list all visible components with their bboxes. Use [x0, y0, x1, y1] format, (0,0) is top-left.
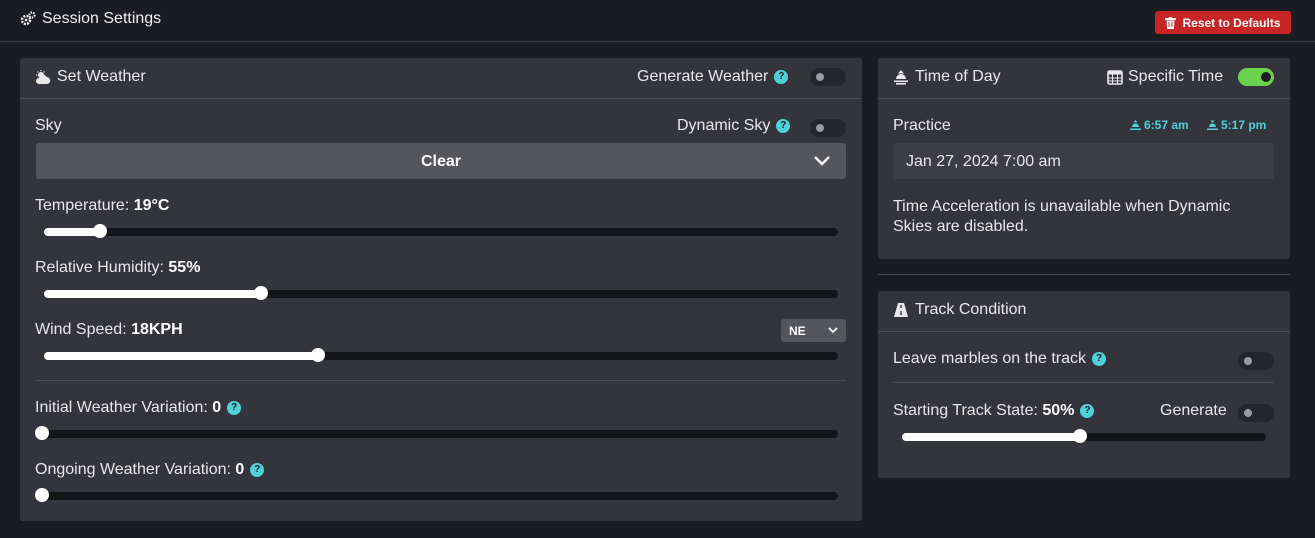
sunrise-icon	[894, 69, 908, 85]
specific-time-label: Specific Time	[1107, 68, 1223, 86]
weather-panel-header: Set Weather Generate Weather?	[20, 58, 862, 99]
sky-label: Sky	[35, 117, 62, 134]
page-title: Session Settings	[20, 10, 161, 28]
initial-variation-slider-handle[interactable]	[35, 426, 49, 440]
temperature-slider-fill	[44, 228, 100, 236]
sunrise-value: 6:57 am	[1144, 118, 1189, 132]
starting-track-state-value: 50%	[1042, 402, 1075, 419]
sunset-time: 5:17 pm	[1207, 118, 1266, 132]
temperature-slider[interactable]	[44, 224, 838, 238]
weather-panel-title: Set Weather	[35, 68, 146, 86]
dynamic-sky-toggle[interactable]	[810, 119, 846, 137]
sunset-icon	[1207, 120, 1218, 130]
starting-track-state-slider-handle[interactable]	[1073, 429, 1088, 443]
dynamic-sky-label: Dynamic Sky?	[677, 117, 791, 135]
ongoing-variation-slider-handle[interactable]	[35, 488, 49, 502]
initial-variation-label: Initial Weather Variation: 0?	[35, 399, 242, 417]
generate-weather-label: Generate Weather?	[637, 68, 789, 86]
marbles-label: Leave marbles on the track?	[893, 350, 1106, 368]
sky-select-value: Clear	[420, 153, 462, 170]
initial-variation-label-text: Initial Weather Variation:	[35, 399, 208, 416]
wind-speed-slider-fill	[44, 352, 318, 360]
time-acceleration-note: Time Acceleration is unavailable when Dy…	[893, 198, 1231, 235]
wind-direction-select[interactable]: NE	[781, 319, 846, 342]
session-label: Practice	[893, 117, 951, 134]
road-icon	[894, 303, 908, 317]
specific-time-toggle[interactable]	[1238, 68, 1274, 86]
help-icon[interactable]: ?	[227, 400, 242, 415]
temperature-slider-handle[interactable]	[92, 224, 107, 238]
generate-track-label: Generate	[1160, 402, 1227, 419]
sunrise-icon	[1130, 119, 1141, 130]
divider	[878, 274, 1290, 275]
initial-variation-slider[interactable]	[35, 426, 838, 440]
temperature-value: 19°C	[133, 197, 170, 214]
sky-select[interactable]: Clear	[36, 143, 846, 179]
datetime-input[interactable]: Jan 27, 2024 7:00 am	[893, 143, 1274, 179]
ongoing-variation-slider[interactable]	[35, 488, 838, 502]
starting-track-state-slider-fill	[902, 433, 1081, 441]
dynamic-sky-text: Dynamic Sky	[677, 117, 771, 134]
gears-icon	[20, 11, 36, 26]
starting-track-state-label: Starting Track State: 50%?	[893, 402, 1095, 420]
help-icon[interactable]: ?	[774, 69, 789, 84]
wind-speed-value: 18KPH	[131, 321, 183, 338]
humidity-slider-fill	[44, 290, 261, 298]
generate-weather-toggle[interactable]	[810, 68, 846, 86]
track-condition-title: Track Condition	[893, 301, 1026, 319]
time-of-day-title-text: Time of Day	[915, 68, 1001, 85]
starting-track-state-slider[interactable]	[902, 429, 1266, 443]
sun-cloud-icon	[36, 69, 51, 84]
datetime-value: Jan 27, 2024 7:00 am	[906, 153, 1061, 170]
weather-panel: Set Weather Generate Weather? Sky Dynami…	[20, 58, 862, 521]
track-condition-title-text: Track Condition	[915, 301, 1027, 318]
generate-weather-text: Generate Weather	[637, 68, 769, 85]
help-icon[interactable]: ?	[250, 462, 265, 477]
humidity-value: 55%	[168, 259, 201, 276]
time-of-day-header: Time of Day Specific Time	[878, 58, 1290, 99]
chevron-down-icon	[814, 156, 830, 166]
wind-speed-slider-handle[interactable]	[310, 348, 325, 362]
calendar-icon	[1107, 70, 1123, 85]
page-title-text: Session Settings	[42, 10, 162, 27]
ongoing-variation-value: 0	[235, 461, 245, 478]
humidity-label-text: Relative Humidity:	[35, 259, 164, 276]
generate-track-toggle[interactable]	[1238, 404, 1274, 422]
marbles-label-text: Leave marbles on the track	[893, 350, 1086, 367]
starting-track-state-text: Starting Track State:	[893, 402, 1038, 419]
divider	[36, 380, 846, 381]
divider	[893, 382, 1274, 383]
help-icon[interactable]: ?	[776, 118, 791, 133]
reset-to-defaults-button[interactable]: Reset to Defaults	[1155, 11, 1291, 34]
marbles-toggle[interactable]	[1238, 352, 1274, 370]
temperature-label-text: Temperature:	[35, 197, 130, 214]
ongoing-variation-label: Ongoing Weather Variation: 0?	[35, 461, 265, 479]
reset-label: Reset to Defaults	[1182, 15, 1281, 30]
wind-speed-slider[interactable]	[44, 348, 838, 362]
humidity-label: Relative Humidity: 55%	[35, 259, 200, 277]
sunrise-time: 6:57 am	[1130, 118, 1189, 132]
specific-time-text: Specific Time	[1128, 68, 1224, 85]
page-header: Session Settings Reset to Defaults	[0, 0, 1315, 42]
chevron-down-icon	[828, 327, 838, 334]
track-condition-panel: Track Condition Leave marbles on the tra…	[878, 291, 1290, 478]
time-of-day-title: Time of Day	[893, 68, 1001, 86]
trash-icon	[1165, 16, 1177, 29]
help-icon[interactable]: ?	[1092, 351, 1106, 366]
time-of-day-panel: Time of Day Specific Time Practice 6:57 …	[878, 58, 1290, 259]
track-condition-header: Track Condition	[878, 291, 1290, 332]
ongoing-variation-label-text: Ongoing Weather Variation:	[35, 461, 231, 478]
humidity-slider-handle[interactable]	[253, 286, 268, 300]
initial-variation-value: 0	[212, 399, 222, 416]
sunset-value: 5:17 pm	[1221, 118, 1267, 132]
wind-speed-label: Wind Speed: 18KPH	[35, 321, 183, 339]
help-icon[interactable]: ?	[1080, 403, 1095, 418]
temperature-label: Temperature: 19°C	[35, 197, 169, 215]
humidity-slider[interactable]	[44, 286, 838, 300]
wind-speed-label-text: Wind Speed:	[35, 321, 127, 338]
weather-title-text: Set Weather	[57, 68, 146, 85]
wind-direction-value: NE	[789, 324, 806, 338]
